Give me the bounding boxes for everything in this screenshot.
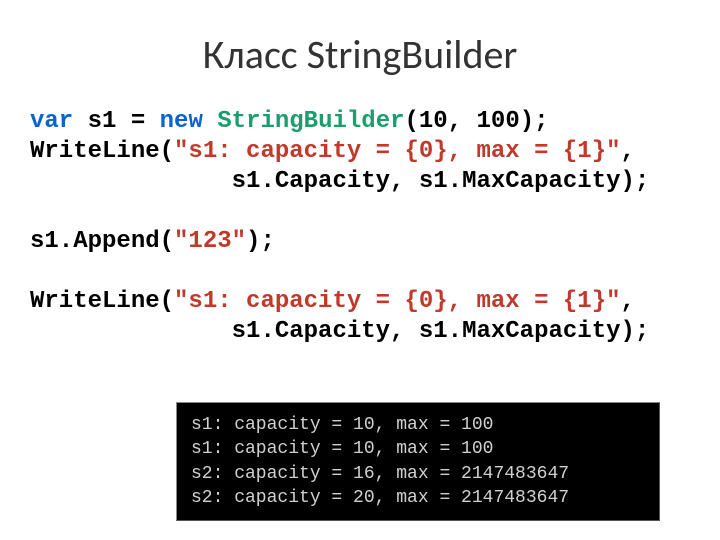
- code-text: ,: [621, 138, 635, 165]
- console-line: s1: capacity = 10, max = 100: [191, 439, 493, 459]
- console-line: s2: capacity = 20, max = 2147483647: [191, 488, 569, 508]
- console-output-wrap: s1: capacity = 10, max = 100 s1: capacit…: [176, 402, 660, 521]
- code-text: WriteLine(: [30, 138, 174, 165]
- console-line: s1: capacity = 10, max = 100: [191, 415, 493, 435]
- keyword-var: var: [30, 108, 73, 135]
- code-text: (10, 100);: [405, 108, 549, 135]
- code-text: );: [246, 228, 275, 255]
- code-text: s1.Capacity, s1.MaxCapacity);: [30, 168, 649, 195]
- string-literal: "123": [174, 228, 246, 255]
- code-text: ,: [621, 288, 635, 315]
- keyword-new: new: [160, 108, 203, 135]
- code-text: WriteLine(: [30, 288, 174, 315]
- type-name: StringBuilder: [217, 108, 404, 135]
- code-text: [203, 108, 217, 135]
- string-literal: "s1: capacity = {0}, max = {1}": [174, 288, 620, 315]
- code-text: s1 =: [73, 108, 159, 135]
- code-text: s1.Append(: [30, 228, 174, 255]
- console-line: s2: capacity = 16, max = 2147483647: [191, 464, 569, 484]
- string-literal: "s1: capacity = {0}, max = {1}": [174, 138, 620, 165]
- code-block: var s1 = new StringBuilder(10, 100); Wri…: [30, 107, 690, 347]
- console-output: s1: capacity = 10, max = 100 s1: capacit…: [176, 402, 660, 521]
- slide-title: Класс StringBuilder: [30, 30, 690, 79]
- code-text: s1.Capacity, s1.MaxCapacity);: [30, 318, 649, 345]
- slide: Класс StringBuilder var s1 = new StringB…: [0, 0, 720, 540]
